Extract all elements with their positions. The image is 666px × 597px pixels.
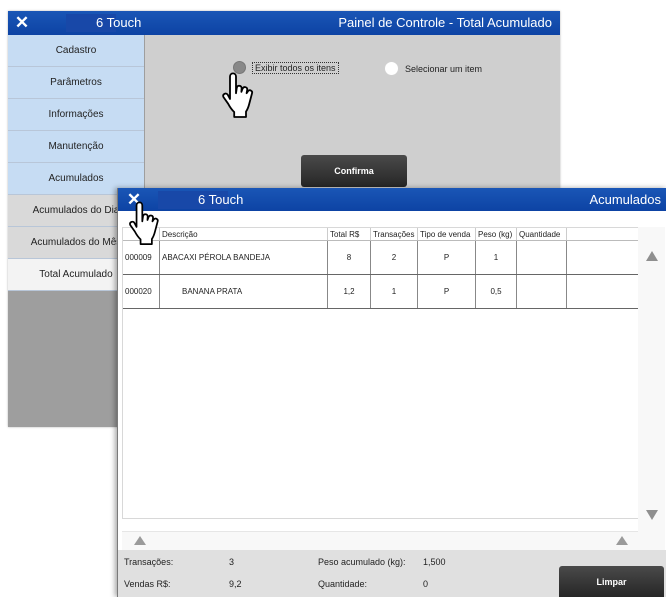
table-row[interactable]: 000009 ABACAXI PÉROLA BANDEJA 8 2 P 1 — [123, 241, 646, 275]
app-name: 6 Touch — [198, 192, 244, 207]
cell-peso: 1 — [476, 241, 517, 274]
sidebar-item-informacoes[interactable]: Informações — [8, 99, 144, 131]
accumulated-window: ✕ 6 Touch Acumulados Descrição Total R$ … — [117, 188, 666, 597]
sidebar-item-parametros[interactable]: Parâmetros — [8, 67, 144, 99]
cell-code: 000009 — [123, 241, 160, 274]
transacoes-value: 3 — [229, 557, 235, 567]
quantidade-value: 0 — [423, 579, 429, 589]
table-row[interactable]: 000020 BANANA PRATA 1,2 1 P 0,5 — [123, 275, 646, 309]
transacoes-label: Transações: — [124, 557, 174, 567]
accumulated-titlebar: ✕ 6 Touch Acumulados — [118, 188, 666, 211]
cell-tipo: P — [418, 241, 476, 274]
column-header-peso[interactable]: Peso (kg) — [476, 228, 517, 240]
cell-description: BANANA PRATA — [160, 275, 328, 308]
peso-label: Peso acumulado (kg): — [318, 557, 406, 567]
cell-description: ABACAXI PÉROLA BANDEJA — [160, 241, 328, 274]
vendas-label: Vendas R$: — [124, 579, 171, 589]
cell-peso: 0,5 — [476, 275, 517, 308]
cell-code: 000020 — [123, 275, 160, 308]
app-name: 6 Touch — [96, 15, 142, 30]
items-table: Descrição Total R$ Transações Tipo de ve… — [122, 227, 647, 519]
column-header-total[interactable]: Total R$ — [328, 228, 371, 240]
window-title: Acumulados — [589, 192, 661, 207]
cell-transacoes: 1 — [371, 275, 418, 308]
control-panel-titlebar: ✕ 6 Touch Painel de Controle - Total Acu… — [8, 11, 560, 35]
scroll-up-icon[interactable] — [646, 251, 658, 261]
radio-label: Exibir todos os itens — [252, 61, 339, 74]
scroll-down-icon[interactable] — [646, 510, 658, 520]
cell-total: 8 — [328, 241, 371, 274]
column-header-descricao[interactable]: Descrição — [160, 228, 328, 240]
scroll-left-icon[interactable] — [134, 536, 146, 545]
column-header-transacoes[interactable]: Transações — [371, 228, 418, 240]
column-header-quantidade[interactable]: Quantidade — [517, 228, 567, 240]
clear-button[interactable]: Limpar — [559, 566, 664, 597]
radio-button[interactable] — [233, 61, 246, 74]
radio-show-all[interactable]: Exibir todos os itens — [233, 61, 339, 74]
scroll-right-icon[interactable] — [616, 536, 628, 545]
horizontal-scrollbar[interactable] — [122, 531, 638, 551]
close-icon[interactable]: ✕ — [124, 188, 144, 212]
radio-label: Selecionar um item — [405, 63, 483, 74]
panel-title: Painel de Controle - Total Acumulado — [338, 15, 552, 30]
quantidade-label: Quantidade: — [318, 579, 368, 589]
cell-total: 1,2 — [328, 275, 371, 308]
peso-value: 1,500 — [423, 557, 446, 567]
vendas-value: 9,2 — [229, 579, 242, 589]
sidebar-item-cadastro[interactable]: Cadastro — [8, 35, 144, 67]
cell-transacoes: 2 — [371, 241, 418, 274]
column-header-code — [123, 228, 160, 240]
column-header-tipo[interactable]: Tipo de venda — [418, 228, 476, 240]
cell-quantidade — [517, 275, 567, 308]
cell-tipo: P — [418, 275, 476, 308]
radio-select-one[interactable]: Selecionar um item — [384, 61, 482, 76]
table-header: Descrição Total R$ Transações Tipo de ve… — [123, 228, 646, 241]
confirm-button[interactable]: Confirma — [301, 155, 407, 187]
radio-button[interactable] — [384, 61, 399, 76]
vertical-scrollbar[interactable] — [638, 227, 665, 550]
cell-quantidade — [517, 241, 567, 274]
sidebar-item-manutencao[interactable]: Manutenção — [8, 131, 144, 163]
close-icon[interactable]: ✕ — [12, 11, 32, 35]
